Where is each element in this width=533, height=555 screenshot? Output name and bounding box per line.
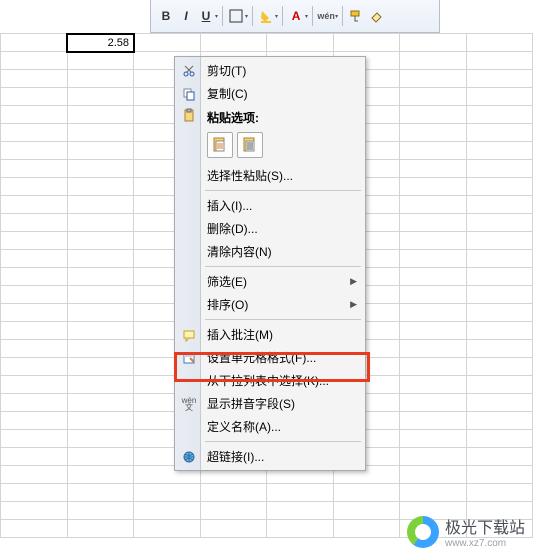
menu-label: 定义名称(A)... <box>207 418 281 435</box>
menu-label: 粘贴选项: <box>207 111 259 125</box>
eraser-button[interactable] <box>367 7 385 25</box>
menu-label: 插入(I)... <box>207 197 252 214</box>
menu-delete[interactable]: 删除(D)... <box>177 217 363 240</box>
format-toolbar-fragment: B I U ▾ ▾ ▾ A ▾ wén ▾ <box>150 0 440 33</box>
menu-label: 清除内容(N) <box>207 243 272 260</box>
italic-button[interactable]: I <box>177 7 195 25</box>
submenu-arrow-icon: ▶ <box>350 276 357 287</box>
menu-label: 排序(O) <box>207 296 248 313</box>
menu-copy[interactable]: 复制(C) <box>177 82 363 105</box>
chevron-down-icon[interactable]: ▾ <box>275 13 278 20</box>
watermark-title: 极光下载站 <box>445 520 525 537</box>
toolbar-separator <box>222 6 223 26</box>
font-color-button[interactable]: A <box>287 7 305 25</box>
menu-label: 删除(D)... <box>207 220 258 237</box>
format-cells-icon <box>181 350 197 366</box>
toolbar-separator <box>312 6 313 26</box>
paste-option-all[interactable] <box>207 132 233 158</box>
menu-label: 显示拼音字段(S) <box>207 395 295 412</box>
menu-label: 超链接(I)... <box>207 448 264 465</box>
underline-button[interactable]: U <box>197 7 215 25</box>
menu-pick-from-list[interactable]: 从下拉列表中选择(K)... <box>177 369 363 392</box>
toolbar-separator <box>252 6 253 26</box>
menu-sort[interactable]: 排序(O) ▶ <box>177 293 363 316</box>
menu-paste-options-row <box>177 128 363 164</box>
format-painter-button[interactable] <box>347 7 365 25</box>
paste-icon <box>181 107 197 123</box>
menu-insert-comment[interactable]: 插入批注(M) <box>177 323 363 346</box>
menu-label: 设置单元格格式(F)... <box>207 349 316 366</box>
paste-option-values[interactable] <box>237 132 263 158</box>
menu-insert[interactable]: 插入(I)... <box>177 194 363 217</box>
bold-button[interactable]: B <box>157 7 175 25</box>
pinyin-guide-button[interactable]: wén <box>317 7 335 25</box>
menu-define-name[interactable]: 定义名称(A)... <box>177 415 363 438</box>
menu-label: 复制(C) <box>207 85 248 102</box>
fill-color-button[interactable] <box>257 7 275 25</box>
menu-clear-contents[interactable]: 清除内容(N) <box>177 240 363 263</box>
menu-separator <box>205 190 361 191</box>
toolbar-separator <box>282 6 283 26</box>
menu-hyperlink[interactable]: 超链接(I)... <box>177 445 363 468</box>
menu-paste-special[interactable]: 选择性粘贴(S)... <box>177 164 363 187</box>
submenu-arrow-icon: ▶ <box>350 299 357 310</box>
menu-label: 从下拉列表中选择(K)... <box>207 372 329 389</box>
menu-cut[interactable]: 剪切(T) <box>177 59 363 82</box>
selected-cell[interactable]: 2.58 <box>67 34 134 52</box>
cell-context-menu: 剪切(T) 复制(C) 粘贴选项: 选择性粘贴(S)... 插入(I)... 删… <box>174 56 366 471</box>
comment-icon <box>181 327 197 343</box>
chevron-down-icon[interactable]: ▾ <box>215 13 218 20</box>
menu-show-pinyin[interactable]: wén文 显示拼音字段(S) <box>177 392 363 415</box>
toolbar-separator <box>342 6 343 26</box>
border-button[interactable] <box>227 7 245 25</box>
copy-icon <box>181 86 197 102</box>
menu-paste-options-header: 粘贴选项: <box>177 105 363 128</box>
chevron-down-icon[interactable]: ▾ <box>245 13 248 20</box>
hyperlink-icon <box>181 449 197 465</box>
pinyin-icon: wén文 <box>181 396 197 412</box>
menu-label: 插入批注(M) <box>207 326 273 343</box>
menu-label: 选择性粘贴(S)... <box>207 167 293 184</box>
menu-filter[interactable]: 筛选(E) ▶ <box>177 270 363 293</box>
chevron-down-icon[interactable]: ▾ <box>305 13 308 20</box>
chevron-down-icon[interactable]: ▾ <box>335 13 338 20</box>
watermark-logo-icon <box>407 516 439 548</box>
menu-label: 筛选(E) <box>207 273 247 290</box>
menu-separator <box>205 266 361 267</box>
watermark: 极光下载站 www.xz7.com <box>407 514 525 549</box>
watermark-url: www.xz7.com <box>445 538 525 549</box>
menu-format-cells[interactable]: 设置单元格格式(F)... <box>177 346 363 369</box>
menu-separator <box>205 441 361 442</box>
menu-separator <box>205 319 361 320</box>
menu-label: 剪切(T) <box>207 62 246 79</box>
cut-icon <box>181 63 197 79</box>
